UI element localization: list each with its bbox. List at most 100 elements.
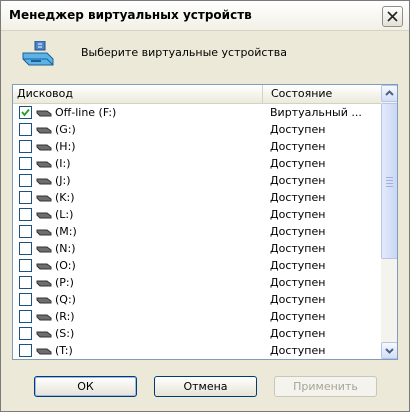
row-checkbox[interactable]: [19, 259, 32, 272]
scroll-up-button[interactable]: [381, 85, 397, 102]
list-header: Дисковод Состояние: [13, 85, 381, 104]
drive-icon: [36, 178, 52, 185]
drive-icon: [36, 331, 52, 338]
row-checkbox[interactable]: [19, 344, 32, 357]
drive-label: (H:): [55, 140, 76, 153]
list-row[interactable]: (P:) Доступен: [13, 274, 381, 291]
list-row[interactable]: (M:) Доступен: [13, 223, 381, 240]
state-label: Доступен: [270, 157, 326, 170]
list-row[interactable]: (J:) Доступен: [13, 172, 381, 189]
window-title: Менеджер виртуальных устройств: [9, 8, 252, 22]
drive-icon: [36, 314, 52, 321]
drive-icon: [36, 195, 52, 202]
chevron-down-icon: [385, 348, 394, 354]
drive-icon: [36, 246, 52, 253]
close-button[interactable]: [382, 6, 403, 27]
cancel-button[interactable]: Отмена: [154, 376, 257, 397]
list-row[interactable]: (G:) Доступен: [13, 121, 381, 138]
row-checkbox[interactable]: [19, 157, 32, 170]
drive-icon: [36, 110, 52, 117]
row-checkbox[interactable]: [19, 276, 32, 289]
drive-label: (N:): [55, 242, 76, 255]
close-icon: [387, 11, 398, 22]
virtual-device-manager-dialog: Менеджер виртуальных устройств Выберите …: [0, 0, 410, 412]
list-row[interactable]: (I:) Доступен: [13, 155, 381, 172]
row-checkbox[interactable]: [19, 225, 32, 238]
list-row[interactable]: (L:) Доступен: [13, 206, 381, 223]
column-header-drive[interactable]: Дисковод: [13, 85, 263, 103]
state-label: Доступен: [270, 276, 326, 289]
drive-label: (M:): [55, 225, 77, 238]
list-row[interactable]: (T:) Доступен: [13, 342, 381, 359]
row-checkbox[interactable]: [19, 310, 32, 323]
row-checkbox[interactable]: [19, 191, 32, 204]
grip-line: [386, 186, 393, 187]
drive-label: (L:): [55, 208, 74, 221]
drive-icon: [36, 348, 52, 355]
list-row[interactable]: (K:) Доступен: [13, 189, 381, 206]
prompt-text: Выберите виртуальные устройства: [81, 46, 288, 59]
drive-label: (S:): [55, 327, 75, 340]
drive-label: (P:): [55, 276, 74, 289]
drive-icon: [36, 161, 52, 168]
row-checkbox[interactable]: [19, 140, 32, 153]
state-label: Доступен: [270, 293, 326, 306]
scroll-thumb[interactable]: [381, 103, 397, 259]
drive-label: (J:): [55, 174, 71, 187]
column-header-state[interactable]: Состояние: [264, 85, 381, 103]
list-row[interactable]: (N:) Доступен: [13, 240, 381, 257]
drive-icon: [36, 144, 52, 151]
row-checkbox[interactable]: [19, 208, 32, 221]
state-label: Доступен: [270, 174, 326, 187]
scroll-down-button[interactable]: [381, 342, 397, 359]
state-label: Доступен: [270, 259, 326, 272]
drive-label: (K:): [55, 191, 75, 204]
row-checkbox[interactable]: [19, 123, 32, 136]
drive-icon: [36, 280, 52, 287]
drive-icon: [36, 229, 52, 236]
row-checkbox[interactable]: [19, 174, 32, 187]
list-row[interactable]: Off-line (F:) Виртуальный ...: [13, 104, 381, 121]
vertical-scrollbar[interactable]: [381, 85, 397, 359]
drive-label: Off-line (F:): [55, 106, 117, 119]
state-label: Доступен: [270, 191, 326, 204]
chevron-up-icon: [385, 90, 394, 96]
state-label: Доступен: [270, 140, 326, 153]
drive-label: (Q:): [55, 293, 76, 306]
state-label: Доступен: [270, 225, 326, 238]
list-row[interactable]: (Q:) Доступен: [13, 291, 381, 308]
drive-label: (O:): [55, 259, 76, 272]
drive-label: (G:): [55, 123, 76, 136]
drive-icon: [36, 263, 52, 270]
list-rows: Off-line (F:) Виртуальный ... (G:) Досту…: [13, 104, 381, 359]
list-row[interactable]: (H:) Доступен: [13, 138, 381, 155]
state-label: Доступен: [270, 123, 326, 136]
virtual-drive-icon: [22, 41, 54, 66]
grip-line: [386, 183, 393, 184]
grip-line: [386, 177, 393, 178]
row-checkbox[interactable]: [19, 327, 32, 340]
state-label: Доступен: [270, 242, 326, 255]
list-row[interactable]: (R:) Доступен: [13, 308, 381, 325]
drive-list[interactable]: Дисковод Состояние Off-line (F:) Виртуал…: [12, 84, 398, 360]
checkmark-icon: [21, 108, 30, 117]
ok-button[interactable]: ОК: [34, 376, 137, 397]
drive-icon: [36, 297, 52, 304]
apply-button[interactable]: Применить: [274, 376, 377, 397]
list-row[interactable]: (S:) Доступен: [13, 325, 381, 342]
state-label: Доступен: [270, 327, 326, 340]
drive-label: (R:): [55, 310, 75, 323]
row-checkbox[interactable]: [19, 293, 32, 306]
drive-label: (I:): [55, 157, 71, 170]
list-row[interactable]: (O:) Доступен: [13, 257, 381, 274]
grip-line: [386, 180, 393, 181]
drive-icon: [36, 127, 52, 134]
state-label: Доступен: [270, 310, 326, 323]
state-label: Доступен: [270, 208, 326, 221]
state-label: Виртуальный ...: [270, 106, 362, 119]
row-checkbox[interactable]: [19, 106, 32, 119]
drive-label: (T:): [55, 344, 73, 357]
row-checkbox[interactable]: [19, 242, 32, 255]
title-bar[interactable]: Менеджер виртуальных устройств: [1, 1, 409, 31]
drive-icon: [36, 212, 52, 219]
